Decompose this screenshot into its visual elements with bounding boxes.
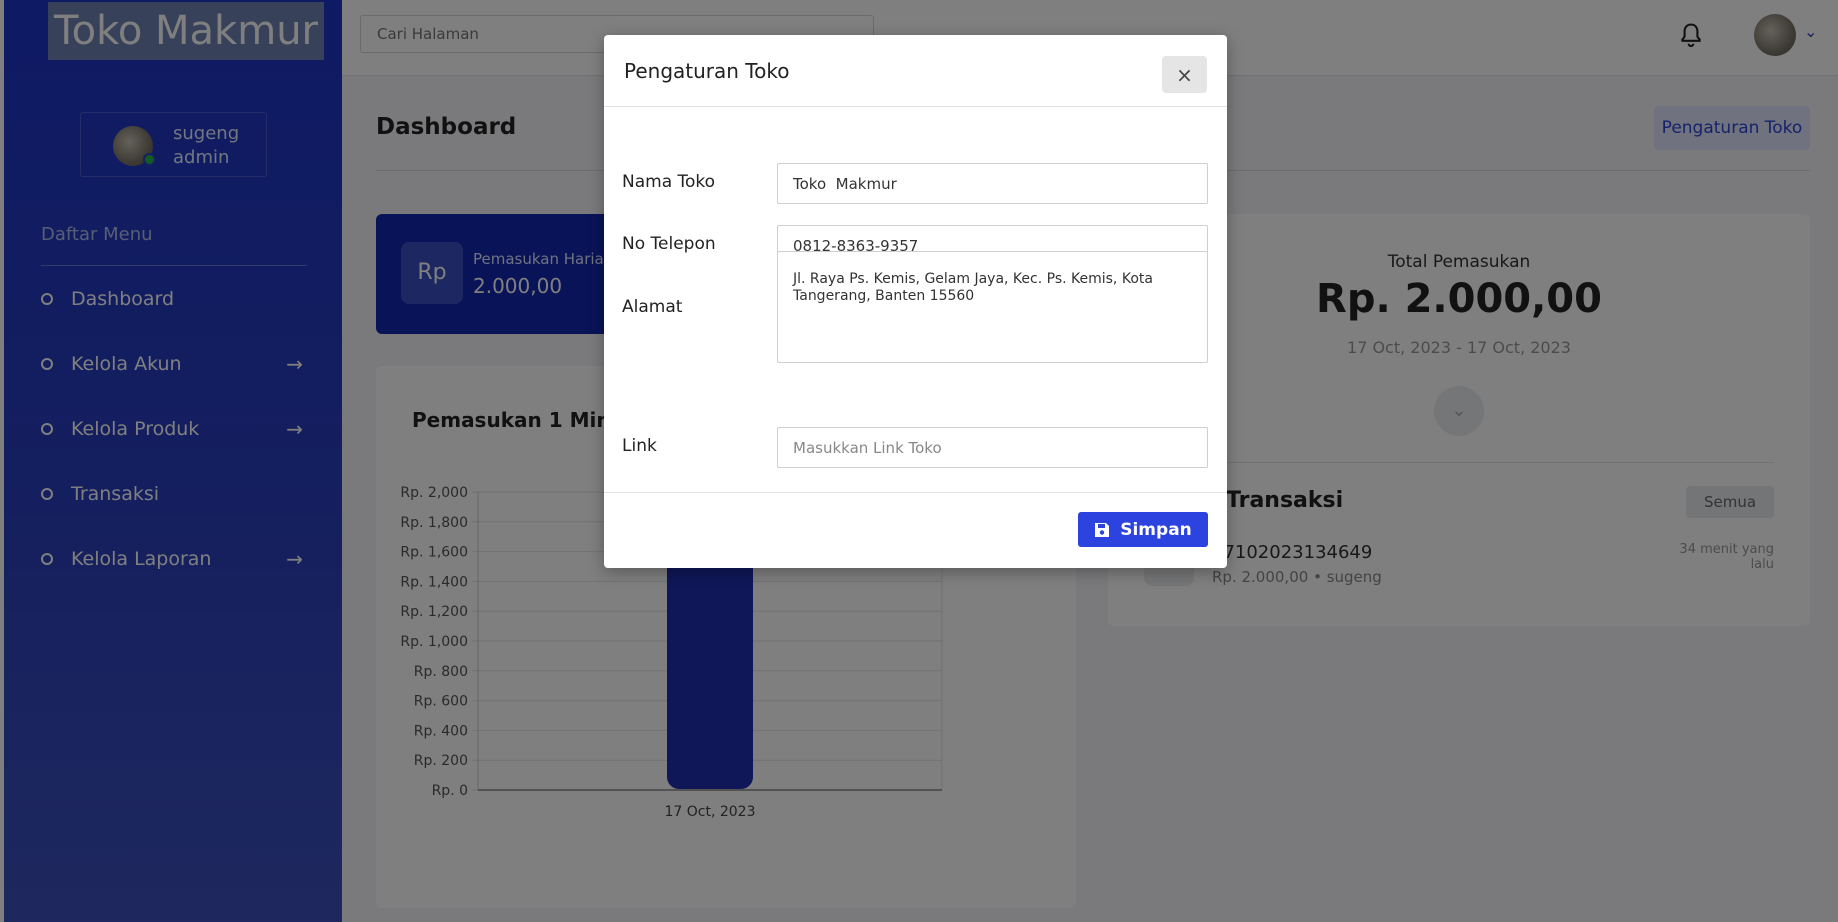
save-label: Simpan	[1120, 519, 1192, 540]
save-button[interactable]: Simpan	[1078, 512, 1208, 547]
link-label: Link	[622, 436, 657, 456]
address-field[interactable]: Jl. Raya Ps. Kemis, Gelam Jaya, Kec. Ps.…	[777, 251, 1208, 363]
modal-header-divider	[604, 106, 1227, 107]
close-button[interactable]: ×	[1162, 56, 1207, 93]
address-label: Alamat	[622, 297, 683, 317]
store-name-label: Nama Toko	[622, 172, 716, 192]
modal-footer-divider	[604, 492, 1227, 493]
phone-label: No Telepon	[622, 234, 716, 254]
modal-title: Pengaturan Toko	[624, 59, 790, 83]
link-field[interactable]	[777, 427, 1208, 468]
floppy-disk-icon	[1095, 522, 1110, 537]
store-name-field[interactable]	[777, 163, 1208, 204]
store-settings-modal: Pengaturan Toko × Nama Toko No Telepon A…	[604, 35, 1227, 568]
